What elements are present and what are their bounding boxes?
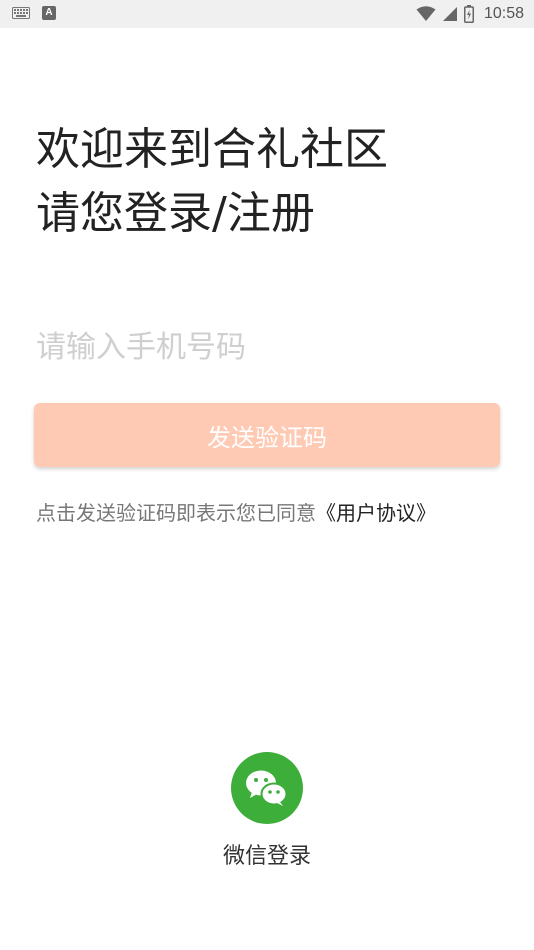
status-bar: A 10:58 <box>0 0 534 28</box>
welcome-heading: 欢迎来到合礼社区 请您登录/注册 <box>36 118 506 246</box>
wechat-login-label: 微信登录 <box>222 844 311 869</box>
cellular-signal-icon <box>442 7 457 21</box>
agreement-notice: 点击发送验证码即表示您已同意《用户协议》 <box>36 497 436 526</box>
wifi-icon <box>416 6 436 21</box>
welcome-line-1: 欢迎来到合礼社区 <box>36 124 388 175</box>
keyboard-icon <box>12 7 30 19</box>
status-time: 10:58 <box>483 5 524 22</box>
a-badge-icon: A <box>42 6 56 20</box>
welcome-line-2: 请您登录/注册 <box>36 188 315 239</box>
status-bar-right: 10:58 <box>416 4 524 24</box>
wechat-login-button[interactable]: 微信登录 <box>217 752 317 870</box>
agreement-text: 点击发送验证码即表示您已同意 <box>36 501 316 525</box>
status-bar-left: A <box>12 6 56 20</box>
battery-icon <box>463 5 474 23</box>
user-agreement-link[interactable]: 《用户协议》 <box>316 501 436 525</box>
phone-number-input[interactable] <box>36 322 498 372</box>
wechat-icon[interactable] <box>231 752 303 824</box>
send-verification-code-button[interactable]: 发送验证码 <box>34 403 500 467</box>
